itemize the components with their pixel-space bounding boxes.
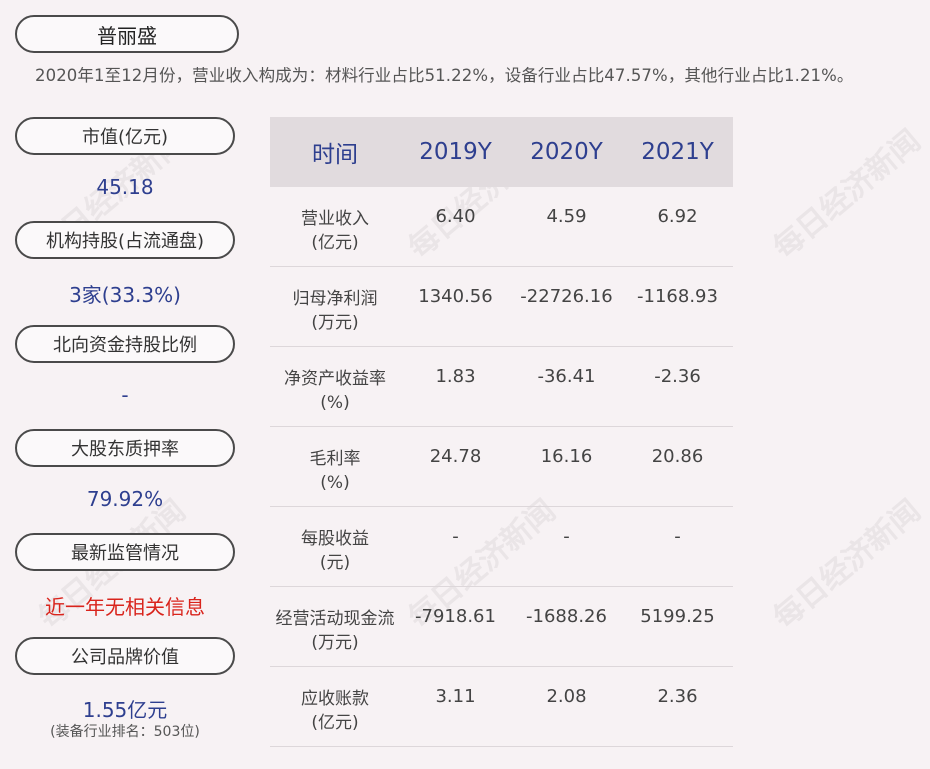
table-row: 经营活动现金流 (万元) -7918.61 -1688.26 5199.25 [270, 587, 733, 667]
row-label-name: 营业收入 [301, 209, 369, 229]
row-label-name: 净资产收益率 [284, 369, 386, 389]
row-label-unit: (万元) [311, 313, 359, 333]
row-label: 应收账款 (亿元) [270, 667, 400, 735]
row-value: 1.83 [435, 366, 476, 387]
row-value: -2.36 [654, 366, 701, 387]
row-value: 6.92 [657, 206, 698, 227]
table-row: 净资产收益率 (%) 1.83 -36.41 -2.36 [270, 347, 733, 427]
row-value: -36.41 [537, 366, 596, 387]
row-label-unit: (%) [320, 393, 350, 413]
row-value: - [563, 526, 570, 547]
row-label-name: 应收账款 [301, 689, 369, 709]
row-value: -7918.61 [415, 606, 496, 627]
row-value: 2.36 [657, 686, 698, 707]
row-value: 16.16 [540, 446, 593, 467]
row-value: - [452, 526, 459, 547]
row-label-unit: (万元) [311, 633, 359, 653]
header-year: 2019Y [419, 139, 492, 165]
table-row: 营业收入 (亿元) 6.40 4.59 6.92 [270, 187, 733, 267]
table-row: 每股收益 (元) - - - [270, 507, 733, 587]
row-label: 每股收益 (元) [270, 507, 400, 575]
revenue-summary: 2020年1至12月份，营业收入构成为：材料行业占比51.22%，设备行业占比4… [35, 66, 854, 85]
table-row: 归母净利润 (万元) 1340.56 -22726.16 -1168.93 [270, 267, 733, 347]
row-label: 营业收入 (亿元) [270, 187, 400, 255]
row-value: 4.59 [546, 206, 587, 227]
header-time: 时间 [312, 142, 358, 168]
table-row: 毛利率 (%) 24.78 16.16 20.86 [270, 427, 733, 507]
market-cap-label: 市值(亿元) [15, 117, 235, 155]
institutions-value: 3家(33.3%) [69, 283, 181, 307]
row-label: 经营活动现金流 (万元) [270, 587, 400, 655]
row-value: -1688.26 [526, 606, 607, 627]
pledge-value: 79.92% [86, 487, 164, 511]
watermark: 每日经济新闻 [767, 493, 928, 636]
row-value: 3.11 [435, 686, 476, 707]
row-value: -22726.16 [520, 286, 613, 307]
institutions-label: 机构持股(占流通盘) [15, 221, 235, 259]
pledge-label: 大股东质押率 [15, 429, 235, 467]
company-name: 普丽盛 [15, 15, 239, 53]
row-label-name: 经营活动现金流 [275, 609, 395, 629]
row-value: 20.86 [651, 446, 704, 467]
table-row: 应收账款 (亿元) 3.11 2.08 2.36 [270, 667, 733, 747]
row-value: 1340.56 [418, 286, 493, 307]
table-header: 时间 2019Y 2020Y 2021Y [270, 117, 733, 187]
market-cap-value: 45.18 [96, 175, 154, 199]
row-value: 5199.25 [640, 606, 715, 627]
regulation-value: 近一年无相关信息 [45, 595, 205, 619]
row-label-name: 每股收益 [301, 529, 369, 549]
row-value: -1168.93 [637, 286, 718, 307]
row-label-unit: (亿元) [311, 233, 359, 253]
row-label: 归母净利润 (万元) [270, 267, 400, 335]
financial-table: 时间 2019Y 2020Y 2021Y 营业收入 (亿元) 6.40 4.59 6.9… [270, 117, 733, 747]
header-year: 2020Y [530, 139, 603, 165]
row-label-name: 毛利率 [309, 449, 361, 469]
brand-label: 公司品牌价值 [15, 637, 235, 675]
row-label: 毛利率 (%) [270, 427, 400, 495]
row-value: 6.40 [435, 206, 476, 227]
northbound-label: 北向资金持股比例 [15, 325, 235, 363]
row-label-unit: (亿元) [311, 713, 359, 733]
row-label-unit: (元) [319, 553, 351, 573]
brand-value: 1.55亿元 [82, 698, 168, 722]
brand-note: (装备行业排名：503位) [50, 724, 200, 740]
row-label-unit: (%) [320, 473, 350, 493]
row-label: 净资产收益率 (%) [270, 347, 400, 415]
header-year: 2021Y [641, 139, 714, 165]
watermark: 每日经济新闻 [767, 123, 928, 266]
regulation-label: 最新监管情况 [15, 533, 235, 571]
northbound-value: - [121, 383, 129, 407]
row-value: 2.08 [546, 686, 587, 707]
row-value: 24.78 [429, 446, 482, 467]
row-label-name: 归母净利润 [292, 289, 378, 309]
row-value: - [674, 526, 681, 547]
